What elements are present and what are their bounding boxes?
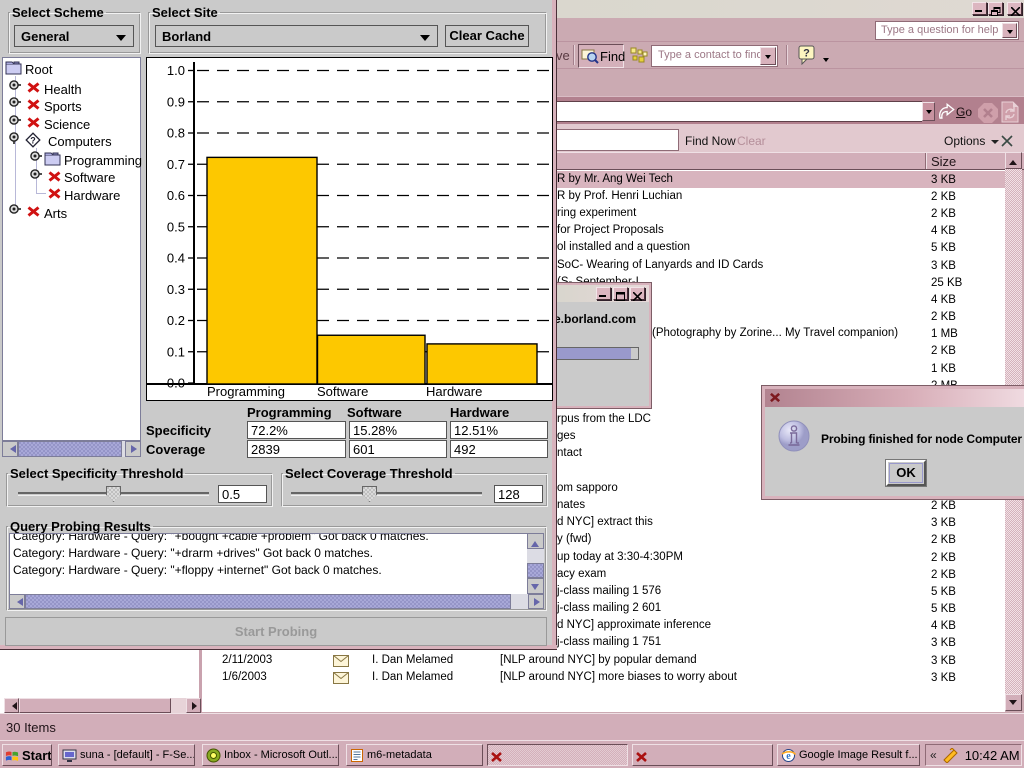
svg-text:0.8: 0.8 (167, 126, 185, 141)
svg-text:Hardware: Hardware (426, 384, 482, 399)
svg-text:0.1: 0.1 (167, 344, 185, 359)
svg-text:0.2: 0.2 (167, 313, 185, 328)
svg-text:0.3: 0.3 (167, 282, 185, 297)
svg-text:0.5: 0.5 (167, 219, 185, 234)
svg-text:1.0: 1.0 (167, 63, 185, 78)
svg-text:?: ? (30, 136, 36, 146)
svg-text:Software: Software (317, 384, 368, 399)
svg-text:0.4: 0.4 (167, 251, 185, 266)
svg-text:0.7: 0.7 (167, 157, 185, 172)
svg-text:?: ? (803, 48, 810, 60)
svg-text:Programming: Programming (207, 384, 285, 399)
svg-text:0.6: 0.6 (167, 188, 185, 203)
svg-text:0.9: 0.9 (167, 94, 185, 109)
